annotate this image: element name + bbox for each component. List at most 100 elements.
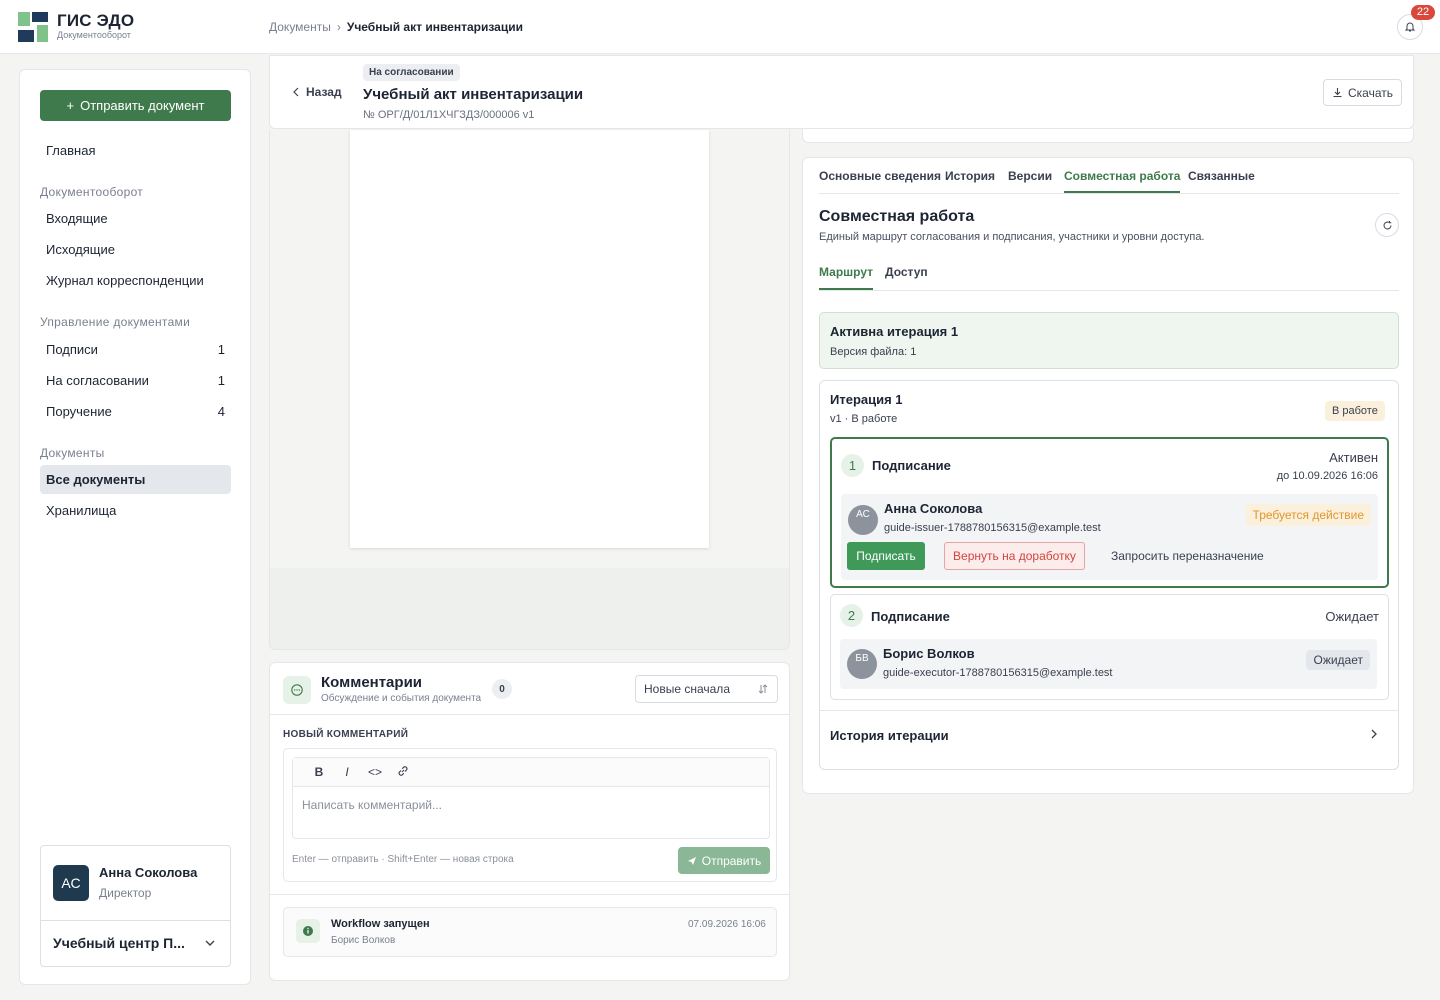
tab-versions[interactable]: Версии — [1008, 168, 1052, 193]
waiting-badge: Ожидает — [1306, 650, 1370, 670]
sidebar-item-signatures[interactable]: Подписи 1 — [40, 335, 231, 364]
sidebar-item-assignment[interactable]: Поручение 4 — [40, 397, 231, 426]
breadcrumb: Документы › Учебный акт инвентаризации — [269, 20, 523, 34]
page-title: Учебный акт инвентаризации — [363, 86, 584, 103]
new-comment-label: НОВЫЙ КОММЕНТАРИЙ — [283, 729, 409, 740]
comment-icon — [283, 676, 311, 704]
sidebar-group-documents: Документы — [40, 446, 105, 460]
notifications-count-badge: 22 — [1411, 5, 1435, 20]
active-iteration-banner: Активна итерация 1 Версия файла: 1 — [819, 312, 1399, 369]
step-title: Подписание — [871, 609, 950, 624]
back-label: Назад — [306, 85, 342, 99]
return-for-revision-button[interactable]: Вернуть на доработку — [944, 542, 1085, 570]
download-button[interactable]: Скачать — [1323, 79, 1402, 106]
sidebar-item-incoming[interactable]: Входящие — [40, 204, 231, 233]
tab-collaboration[interactable]: Совместная работа — [1064, 168, 1181, 193]
collaboration-panel: Основные сведения История Версии Совмест… — [802, 157, 1414, 794]
step-number: 1 — [841, 454, 864, 477]
sidebar-item-label: Подписи — [46, 342, 98, 357]
divider — [41, 920, 230, 921]
participant-row: БВ Борис Волков guide-executor-178878015… — [840, 639, 1377, 689]
comment-input-box[interactable]: B I <> Написать комментарий... — [292, 757, 770, 839]
bold-button[interactable]: B — [305, 765, 333, 779]
event-author: Борис Волков — [331, 935, 396, 946]
active-iteration-title: Активна итерация 1 — [830, 324, 959, 339]
sort-value: Новые сначала — [644, 682, 730, 696]
send-document-button[interactable]: + Отправить документ — [40, 90, 231, 121]
participant-email: guide-executor-1788780156315@example.tes… — [883, 667, 1113, 679]
sidebar-item-label: Хранилища — [46, 503, 117, 518]
comments-count-badge: 0 — [492, 679, 512, 699]
route-step-1: 1 Подписание Активен до 10.09.2026 16:06… — [830, 437, 1389, 588]
comments-panel: Комментарии Обсуждение и события докумен… — [269, 662, 790, 981]
link-button[interactable] — [389, 764, 417, 781]
list-item: Workflow запущен Борис Волков 07.09.2026… — [283, 907, 777, 957]
bell-icon — [1404, 22, 1416, 32]
preview-canvas — [270, 130, 789, 568]
panel-subtitle: Единый маршрут согласования и подписания… — [819, 231, 1205, 243]
sidebar-item-outgoing[interactable]: Исходящие — [40, 235, 231, 264]
comments-title: Комментарии — [321, 674, 423, 691]
sort-icon — [758, 684, 768, 694]
request-reassign-button[interactable]: Запросить переназначение — [1111, 542, 1264, 570]
sidebar-item-all-documents[interactable]: Все документы — [40, 465, 231, 494]
sort-select[interactable]: Новые сначала — [635, 675, 778, 703]
tab-access[interactable]: Доступ — [885, 264, 928, 290]
iteration-title: Итерация 1 — [830, 392, 903, 407]
sidebar-item-storage[interactable]: Хранилища — [40, 496, 231, 525]
italic-button[interactable]: I — [333, 765, 361, 779]
sidebar-item-label: Входящие — [46, 211, 108, 226]
chevron-down-icon[interactable] — [204, 937, 216, 949]
step-due-date: до 10.09.2026 16:06 — [1276, 470, 1378, 482]
brand-title: ГИС ЭДО — [57, 11, 135, 30]
sidebar-item-label: На согласовании — [46, 373, 149, 388]
breadcrumb-current: Учебный акт инвентаризации — [346, 20, 523, 34]
panel-title: Совместная работа — [819, 208, 975, 225]
step-status: Ожидает — [1325, 609, 1379, 624]
top-bar: ГИС ЭДО Документооборот Документы › Учебны… — [0, 0, 1440, 54]
tab-route[interactable]: Маршрут — [819, 264, 874, 290]
send-comment-button[interactable]: Отправить — [678, 847, 770, 874]
sidebar-group-management: Управление документами — [40, 315, 191, 329]
iteration-history-row[interactable]: История итерации — [820, 710, 1398, 758]
sidebar-item-journal[interactable]: Журнал корреспонденции — [40, 266, 231, 295]
brand-subtitle: Документооборот — [57, 30, 131, 40]
sidebar-item-label: Поручение — [46, 404, 112, 419]
breadcrumb-documents[interactable]: Документы — [269, 20, 331, 34]
sidebar-item-approval[interactable]: На согласовании 1 — [40, 366, 231, 395]
sidebar-item-home[interactable]: Главная — [40, 136, 231, 165]
back-button[interactable]: Назад — [292, 85, 342, 99]
tab-history[interactable]: История — [945, 168, 995, 193]
sidebar-item-count: 1 — [217, 342, 225, 357]
avatar: АС — [53, 865, 89, 901]
document-page[interactable] — [350, 130, 709, 548]
send-icon — [687, 856, 696, 865]
sidebar-item-label: Все документы — [46, 472, 146, 487]
step-status: Активен — [1329, 450, 1378, 465]
code-button[interactable]: <> — [361, 765, 389, 779]
divider — [270, 714, 789, 715]
tabs: Основные сведения История Версии Совмест… — [819, 168, 1399, 194]
status-badge: На согласовании — [363, 64, 460, 81]
iteration-history-label: История итерации — [830, 728, 949, 743]
avatar: БВ — [847, 649, 877, 679]
step-number: 2 — [840, 604, 863, 627]
tab-related[interactable]: Связанные — [1188, 168, 1255, 193]
sign-button[interactable]: Подписать — [847, 542, 925, 570]
link-icon — [398, 765, 408, 776]
participant-name: Борис Волков — [883, 646, 975, 661]
organization-selector[interactable]: Учебный центр П... — [53, 935, 193, 951]
editor-toolbar: B I <> — [293, 758, 769, 787]
editor-hint: Enter — отправить · Shift+Enter — новая … — [292, 854, 514, 865]
logo-icon[interactable] — [18, 12, 48, 42]
refresh-button[interactable] — [1375, 213, 1399, 237]
sidebar-group-workflow: Документооборот — [40, 185, 144, 199]
sidebar-item-label: Главная — [46, 143, 96, 158]
send-comment-label: Отправить — [701, 853, 762, 868]
comment-placeholder: Написать комментарий... — [302, 798, 443, 812]
sidebar-item-count: 4 — [217, 404, 225, 419]
document-header: Назад На согласовании Учебный акт инвент… — [269, 55, 1414, 129]
user-name: Анна Соколова — [99, 865, 198, 880]
participant-name: Анна Соколова — [884, 501, 983, 516]
tab-general[interactable]: Основные сведения — [819, 168, 941, 193]
